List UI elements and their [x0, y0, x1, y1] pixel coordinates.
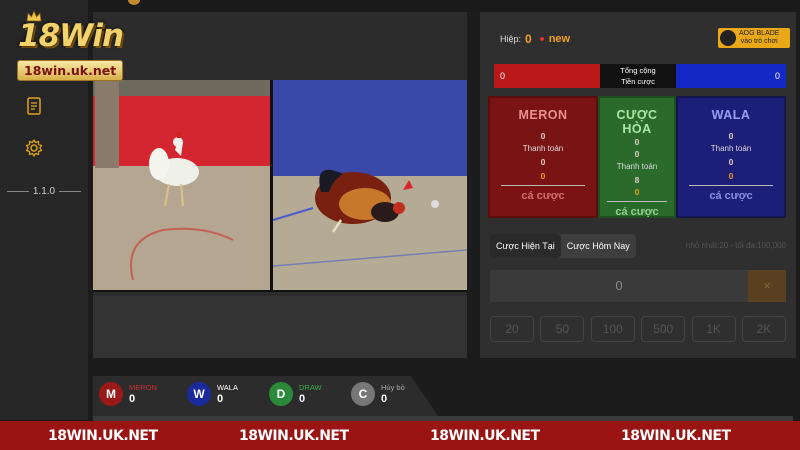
chip-selector: 20 50 100 500 1K 2K — [490, 316, 786, 342]
round-number: 0 — [525, 32, 532, 46]
wala-total: 0 — [676, 64, 786, 88]
camera-left — [93, 80, 270, 290]
top-bar — [88, 0, 800, 12]
stat-draw: D DRAW 0 — [269, 382, 322, 406]
round-status: new — [548, 33, 571, 45]
chip-button[interactable]: 100 — [590, 316, 635, 342]
stat-meron: M MERON 0 — [99, 382, 157, 406]
video-panel — [93, 12, 467, 358]
version-label: 1.1.0 — [0, 186, 88, 197]
bet-amount-row: 0 × — [490, 270, 786, 302]
banner-text: 18WIN.UK.NET — [430, 428, 540, 444]
chip-button[interactable]: 2K — [741, 316, 786, 342]
meron-badge: M — [99, 382, 123, 406]
draw-badge: D — [269, 382, 293, 406]
bet-limits: nhỏ nhất:20 - tối đa:100,000 — [685, 241, 786, 250]
bet-history-tabs: Cược Hiện Tại Cược Hôm Nay — [490, 234, 636, 258]
betting-panel: Hiệp: 0 new AOG BLADE vào trò chơi 0 Tổn… — [480, 12, 796, 358]
wala-badge: W — [187, 382, 211, 406]
total-label: Tổng cộng Tiền cược — [600, 64, 676, 88]
video-info-area — [93, 296, 467, 358]
banner-text: 18WIN.UK.NET — [48, 428, 158, 444]
bet-button-wala[interactable]: cá cược — [678, 190, 784, 202]
bet-box-wala[interactable]: WALA 0 Thanh toán 0 0 cá cược — [676, 96, 786, 218]
provider-button[interactable]: AOG BLADE vào trò chơi — [718, 28, 790, 48]
tab-today-bets[interactable]: Cược Hôm Nay — [561, 234, 636, 258]
video-stream[interactable] — [93, 80, 467, 292]
provider-logo-icon — [720, 30, 736, 46]
tab-current-bets[interactable]: Cược Hiện Tại — [490, 234, 561, 258]
stat-cancel: C Hủy bỏ 0 — [351, 382, 405, 406]
cancel-badge: C — [351, 382, 375, 406]
status-dot-icon — [128, 0, 140, 5]
total-bets-bar: 0 Tổng cộng Tiền cược 0 — [494, 64, 786, 88]
round-info: Hiệp: 0 new — [500, 32, 571, 46]
document-icon[interactable] — [24, 96, 44, 116]
stat-wala: W WALA 0 — [187, 382, 238, 406]
watermark-banner: 18WIN.UK.NET 18WIN.UK.NET 18WIN.UK.NET 1… — [0, 421, 800, 450]
clear-icon[interactable]: × — [748, 270, 786, 302]
bet-button-meron[interactable]: cá cược — [490, 190, 596, 202]
bet-amount-input[interactable]: 0 — [490, 270, 748, 302]
logo-text: 18Win — [18, 18, 124, 54]
banner-text: 18WIN.UK.NET — [239, 428, 349, 444]
gear-icon[interactable] — [24, 138, 44, 158]
camera-right — [273, 80, 467, 290]
banner-text: 18WIN.UK.NET — [621, 428, 731, 444]
chip-button[interactable]: 500 — [641, 316, 686, 342]
chip-button[interactable]: 20 — [490, 316, 534, 342]
logo-url: 18win.uk.net — [17, 60, 124, 81]
bet-button-draw[interactable]: cá cược — [600, 206, 674, 218]
chip-button[interactable]: 1K — [691, 316, 736, 342]
bet-box-meron[interactable]: MERON 0 Thanh toán 0 0 cá cược — [488, 96, 598, 218]
meron-total: 0 — [494, 64, 600, 88]
round-stats: M MERON 0 W WALA 0 D DRAW 0 C Hủy bỏ 0 — [93, 376, 438, 416]
bet-box-draw[interactable]: CƯỢC HÒA 0 0 Thanh toán 8 0 cá cược — [598, 96, 676, 218]
chip-button[interactable]: 50 — [540, 316, 585, 342]
status-dot-icon — [539, 37, 544, 41]
brand-logo[interactable]: 18Win 18win.uk.net — [14, 10, 134, 82]
